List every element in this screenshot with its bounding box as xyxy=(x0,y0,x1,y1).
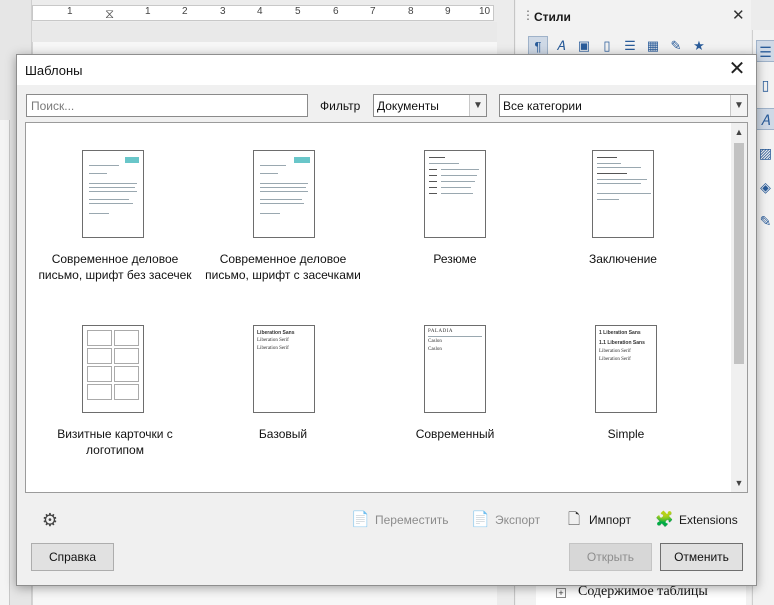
template-label: Резюме xyxy=(433,252,477,266)
page-deck-icon[interactable]: ▯ xyxy=(756,74,774,96)
properties-deck-icon[interactable]: ☰ xyxy=(756,40,774,62)
ruler-number: 9 xyxy=(445,6,451,17)
indent-marker-icon[interactable]: ⧖ xyxy=(105,6,114,21)
template-view: Современное деловое письмо, шрифт без за… xyxy=(25,122,748,493)
move-icon: 📄 xyxy=(351,511,370,528)
export-icon: 📄 xyxy=(471,511,490,528)
template-thumbnail xyxy=(82,150,144,238)
open-button[interactable]: Открыть xyxy=(569,543,652,571)
template-label: Визитные карточки с логотипом xyxy=(57,427,173,457)
styles-deck-icon[interactable]: 𝐴 xyxy=(756,108,774,130)
template-thumbnail: PALADIA Caslon Caslon xyxy=(424,325,486,413)
move-button[interactable]: 📄 Переместить xyxy=(351,509,449,531)
vertical-scrollbar[interactable]: ▲ ▼ xyxy=(731,123,747,492)
dropdown-value: Все категории xyxy=(503,99,582,113)
extensions-button[interactable]: 🧩 Extensions xyxy=(655,509,738,531)
close-icon[interactable]: ✕ xyxy=(732,6,745,24)
frame-styles-icon[interactable]: ▣ xyxy=(574,36,594,56)
chevron-down-icon[interactable]: ▼ xyxy=(469,95,486,116)
character-styles-icon[interactable]: 𝐴 xyxy=(551,36,571,56)
template-label: Заключение xyxy=(589,252,657,266)
template-thumbnail xyxy=(592,150,654,238)
category-dropdown[interactable]: Все категории ▼ xyxy=(499,94,748,117)
scroll-down-icon[interactable]: ▼ xyxy=(731,474,747,492)
export-button[interactable]: 📄 Экспорт xyxy=(471,509,540,531)
ruler-number: 6 xyxy=(333,6,339,17)
template-label: Современное деловое письмо, шрифт без за… xyxy=(38,252,192,282)
template-thumbnail xyxy=(253,150,315,238)
templates-dialog: Шаблоны ✕ Фильтр Документы ▼ Все категор… xyxy=(16,54,757,586)
page-styles-icon[interactable]: ▯ xyxy=(597,36,617,56)
move-label: Переместить xyxy=(375,513,449,527)
filter-label: Фильтр xyxy=(320,99,361,113)
style-name: Содержимое таблицы xyxy=(578,584,708,599)
template-label: Базовый xyxy=(258,427,308,441)
settings-gear-icon[interactable]: ⚙ xyxy=(39,509,61,531)
horizontal-ruler[interactable]: 1 ⧖ 1 2 3 4 5 6 7 8 9 10 xyxy=(32,5,494,21)
ruler-number: 3 xyxy=(220,6,226,17)
paragraph-styles-icon[interactable]: ¶ xyxy=(528,36,548,56)
chevron-down-icon[interactable]: ▼ xyxy=(730,95,747,116)
dialog-title: Шаблоны xyxy=(25,63,83,78)
template-label: Simple xyxy=(607,427,645,441)
ruler-number: 1 xyxy=(145,6,151,17)
template-thumbnail xyxy=(424,150,486,238)
manage-changes-icon[interactable]: ✎ xyxy=(756,210,774,232)
puzzle-icon: 🧩 xyxy=(655,511,674,528)
ruler-number: 10 xyxy=(479,6,491,17)
new-style-icon[interactable]: ★ xyxy=(689,36,709,56)
ruler-number: 8 xyxy=(408,6,414,17)
ruler-number: 5 xyxy=(295,6,301,17)
vertical-ruler xyxy=(0,120,10,605)
extensions-label: Extensions xyxy=(679,513,738,527)
import-icon: 🗋 xyxy=(567,511,581,528)
cancel-button[interactable]: Отменить xyxy=(660,543,743,571)
template-thumbnail: 1 Liberation Sans 1.1 Liberation Sans Li… xyxy=(595,325,657,413)
search-input[interactable] xyxy=(26,94,308,117)
scroll-up-icon[interactable]: ▲ xyxy=(731,123,747,141)
scrollbar-thumb[interactable] xyxy=(734,143,744,364)
list-styles-icon[interactable]: ☰ xyxy=(620,36,640,56)
expand-icon[interactable]: + xyxy=(556,588,566,598)
help-button[interactable]: Справка xyxy=(31,543,114,571)
ruler-number: 7 xyxy=(370,6,376,17)
ruler-number: 1 xyxy=(67,6,73,17)
import-label: Импорт xyxy=(589,513,631,527)
dropdown-value: Документы xyxy=(377,99,439,113)
styles-panel-title: Стили xyxy=(534,10,571,24)
fill-format-icon[interactable]: ✎ xyxy=(666,36,686,56)
navigator-deck-icon[interactable]: ◈ xyxy=(756,176,774,198)
close-icon[interactable]: ✕ xyxy=(718,55,756,85)
import-button[interactable]: 🗋 Импорт xyxy=(565,509,631,531)
dialog-titlebar: Шаблоны ✕ xyxy=(17,55,756,85)
template-label: Современный xyxy=(415,427,495,441)
template-label: Современное деловое письмо, шрифт с засе… xyxy=(205,252,361,282)
export-label: Экспорт xyxy=(495,513,541,527)
template-thumbnail: Liberation Sans Liberation Serif Liberat… xyxy=(253,325,315,413)
ruler-number: 4 xyxy=(257,6,263,17)
template-thumbnail xyxy=(82,325,144,413)
gallery-deck-icon[interactable]: ▨ xyxy=(756,142,774,164)
ruler-number: 2 xyxy=(182,6,188,17)
table-styles-icon[interactable]: ▦ xyxy=(643,36,663,56)
drag-handle-icon[interactable]: ⋮ xyxy=(522,8,534,22)
document-type-dropdown[interactable]: Документы ▼ xyxy=(373,94,487,117)
styles-toolbar: ¶ 𝐴 ▣ ▯ ☰ ▦ ✎ ★ xyxy=(528,36,709,56)
